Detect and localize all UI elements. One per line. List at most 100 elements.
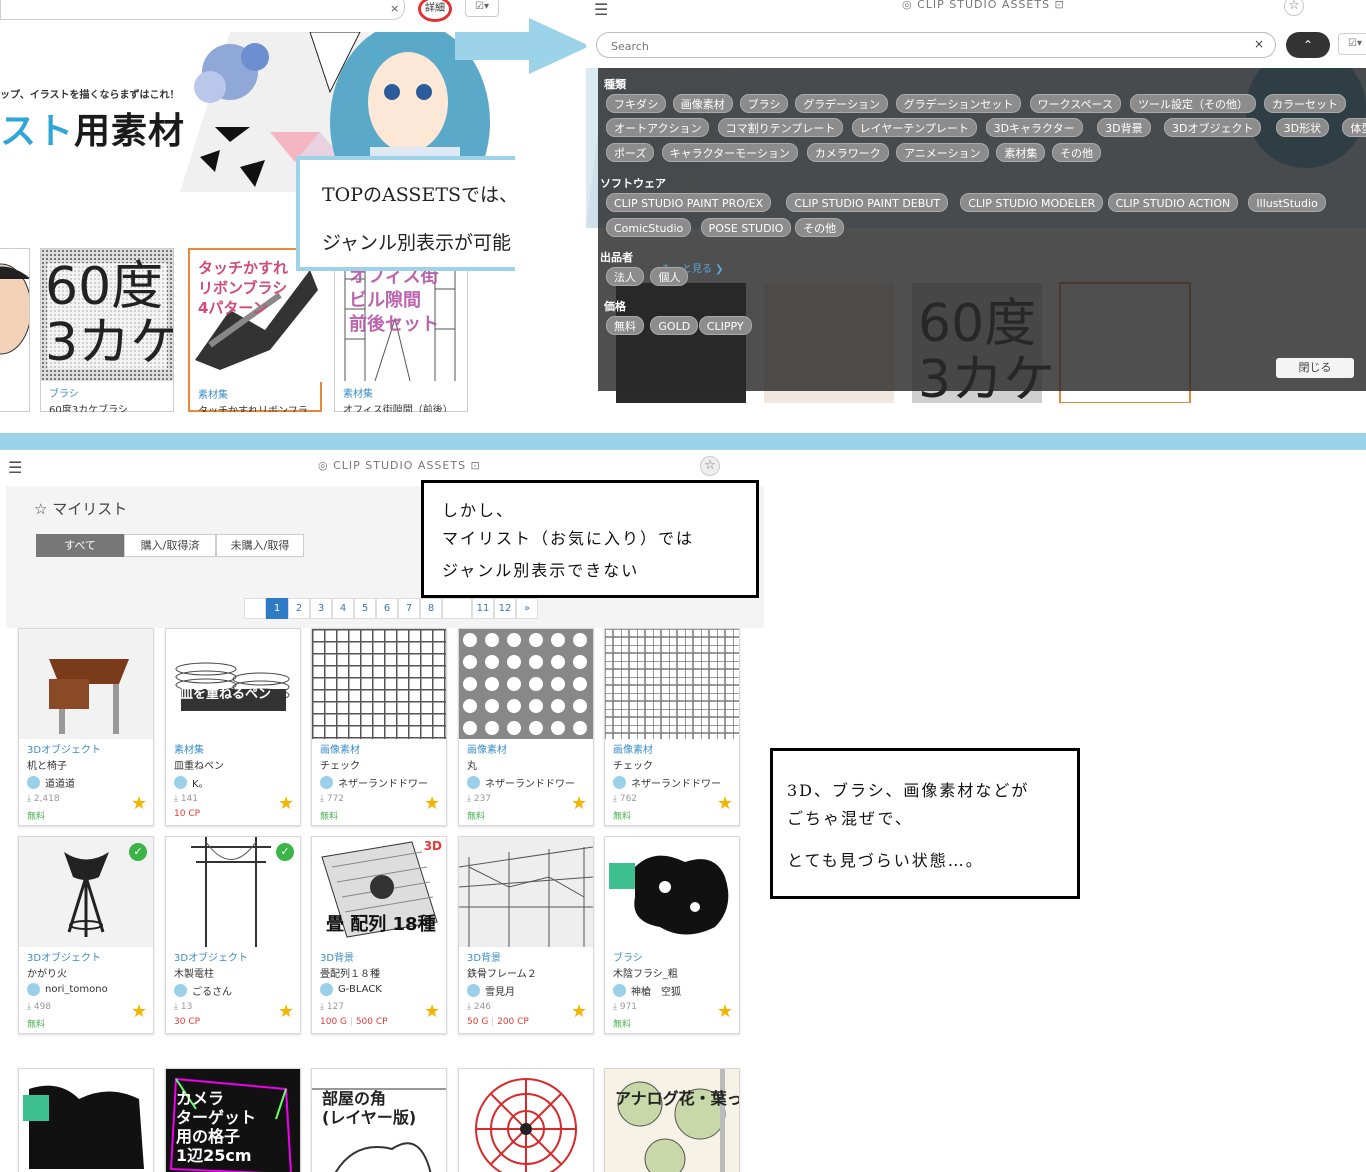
card-author[interactable]: ネザーランドドワー: [467, 775, 575, 790]
page-link[interactable]: 11: [472, 598, 494, 619]
asset-card[interactable]: ✓ 3Dオブジェクト かがり火 nori_tomono ⤓ 498 無料 ★: [18, 836, 154, 1034]
card-author[interactable]: ネザーランドドワー: [320, 775, 428, 790]
filter-chip[interactable]: CLIP STUDIO PAINT DEBUT: [786, 193, 949, 212]
filter-chip[interactable]: CLIP STUDIO ACTION: [1107, 193, 1239, 212]
card-author[interactable]: 道道道: [27, 775, 75, 790]
search-input[interactable]: [0, 0, 405, 20]
favorite-star-icon[interactable]: ★: [424, 1001, 440, 1022]
asset-card[interactable]: [18, 1068, 154, 1172]
filter-chip[interactable]: ツール設定（その他）: [1130, 94, 1256, 113]
filter-chip[interactable]: コマ割りテンプレート: [717, 118, 844, 137]
card-category[interactable]: 画像素材: [320, 741, 360, 756]
favorite-star-icon[interactable]: ★: [278, 793, 294, 814]
asset-card[interactable]: 皿を重ねるペン 素材集 皿重ねペン K。 ⤓ 141 10 CP ★: [165, 628, 301, 826]
favorite-star-icon[interactable]: ★: [131, 1001, 147, 1022]
favorite-star-icon[interactable]: ★: [278, 1001, 294, 1022]
page-link[interactable]: »: [516, 598, 538, 619]
page-link[interactable]: 7: [398, 598, 420, 619]
dropdown-icon[interactable]: ⊡: [466, 459, 481, 472]
filter-chip[interactable]: グラデーション: [795, 94, 888, 113]
asset-card[interactable]: 60度 3カケ ブラシ 60度3カケブラシ: [40, 248, 174, 412]
card-category[interactable]: 3Dオブジェクト: [174, 949, 248, 964]
page-link[interactable]: [244, 598, 266, 619]
search-input[interactable]: [611, 38, 1251, 54]
filter-chip[interactable]: レイヤーテンプレート: [851, 118, 977, 137]
filter-chip[interactable]: その他: [795, 218, 845, 237]
filter-chip[interactable]: 3D背景: [1097, 118, 1151, 137]
card-author[interactable]: nori_tomono: [27, 983, 108, 996]
tab-all[interactable]: すべて: [36, 534, 124, 557]
card-category[interactable]: ブラシ: [49, 385, 79, 400]
menu-icon[interactable]: ☰: [8, 458, 22, 477]
tab-not-purchased[interactable]: 未購入/取得: [216, 534, 304, 557]
asset-card[interactable]: [458, 1068, 594, 1172]
detail-button[interactable]: 詳細: [418, 0, 452, 22]
page-link[interactable]: 5: [354, 598, 376, 619]
filter-chip[interactable]: キャラクターモーション: [661, 143, 798, 162]
page-link[interactable]: 3: [310, 598, 332, 619]
collapse-button[interactable]: ⌃: [1286, 32, 1330, 58]
page-link[interactable]: [442, 598, 472, 619]
page-link[interactable]: 1: [266, 598, 288, 619]
filter-chip[interactable]: 3D形状: [1275, 118, 1330, 137]
asset-card[interactable]: タッチかすれ リボンブラシ 4パターン 素材集 タッチかすれリボンフラ: [188, 248, 322, 412]
asset-card[interactable]: 部屋の角 (レイヤー版): [311, 1068, 447, 1172]
asset-card[interactable]: カメラ ターゲット 用の格子 1辺25cm: [165, 1068, 301, 1172]
favorite-star-icon[interactable]: ★: [571, 1001, 587, 1022]
page-link[interactable]: 12: [494, 598, 516, 619]
filter-chip[interactable]: 体型: [1342, 118, 1366, 137]
favorite-star-icon[interactable]: ★: [571, 793, 587, 814]
filter-chip[interactable]: アニメーション: [896, 143, 989, 162]
page-link[interactable]: 2: [288, 598, 310, 619]
filter-chip[interactable]: 3Dオブジェクト: [1164, 118, 1262, 137]
card-category[interactable]: 画像素材: [613, 741, 653, 756]
card-category[interactable]: 3Dオブジェクト: [27, 949, 101, 964]
card-author[interactable]: ネザーランドドワー: [613, 775, 721, 790]
favorite-star-icon[interactable]: ★: [424, 793, 440, 814]
card-category[interactable]: 素材集: [343, 385, 373, 400]
clear-icon[interactable]: ×: [390, 2, 399, 15]
filter-chip[interactable]: ComicStudio: [606, 218, 692, 237]
filter-chip[interactable]: ポーズ: [606, 143, 655, 162]
clear-icon[interactable]: ×: [1254, 37, 1264, 51]
card-category[interactable]: 3D背景: [320, 949, 354, 964]
filter-chip[interactable]: カラーセット: [1264, 94, 1346, 113]
star-icon[interactable]: ☆: [700, 456, 720, 476]
filter-chip[interactable]: グラデーションセット: [895, 94, 1022, 113]
filter-chip[interactable]: オートアクション: [606, 118, 710, 137]
page-link[interactable]: 4: [332, 598, 354, 619]
favorite-star-icon[interactable]: ★: [717, 1001, 733, 1022]
asset-card[interactable]: アナログ花・葉っぱ: [604, 1068, 740, 1172]
menu-icon[interactable]: ☰: [594, 0, 608, 19]
filter-chip[interactable]: ワークスペース: [1029, 94, 1121, 113]
asset-card-partial[interactable]: [0, 248, 30, 412]
card-author[interactable]: K。: [174, 775, 209, 790]
filter-chip[interactable]: CLIP STUDIO PAINT PRO/EX: [606, 193, 772, 212]
page-link[interactable]: 8: [420, 598, 442, 619]
page-link[interactable]: 6: [376, 598, 398, 619]
card-category[interactable]: 素材集: [174, 741, 204, 756]
filter-chip[interactable]: 画像素材: [672, 94, 733, 113]
card-author[interactable]: 神槍 空狐: [613, 983, 681, 998]
dropdown-icon[interactable]: ⊡: [1050, 0, 1065, 11]
filter-chip[interactable]: カメラワーク: [806, 143, 889, 162]
tab-purchased[interactable]: 購入/取得済: [124, 534, 216, 557]
favorite-star-icon[interactable]: ★: [717, 793, 733, 814]
asset-card[interactable]: 画像素材丸ネザーランドドワー ⤓ 237 無料 ★: [458, 628, 594, 826]
favorite-star-icon[interactable]: ★: [131, 793, 147, 814]
filter-chip[interactable]: IllustStudio: [1248, 193, 1326, 212]
star-icon[interactable]: ☆: [1284, 0, 1304, 16]
asset-card[interactable]: ✓ 3Dオブジェクト 木製電柱 ごるさん ⤓ 13 30 CP ★: [165, 836, 301, 1034]
filter-chip[interactable]: ブラシ: [739, 94, 789, 113]
filter-chip[interactable]: 素材集: [996, 143, 1046, 162]
asset-card[interactable]: 3D背景 鉄骨フレーム２ 雪見月 ⤓ 246 50 G | 200 CP ★: [458, 836, 594, 1034]
close-button[interactable]: 閉じる: [1276, 358, 1354, 378]
filter-chip[interactable]: フキダシ: [606, 94, 667, 113]
filter-chip[interactable]: 個人: [650, 267, 689, 286]
filter-chip[interactable]: CLIP STUDIO MODELER: [960, 193, 1104, 212]
filter-chip[interactable]: POSE STUDIO: [700, 218, 792, 237]
card-category[interactable]: ブラシ: [613, 949, 643, 964]
asset-card[interactable]: オフィス街 ビル隙間 前後セット 素材集 オフィス街隙間（前後）: [334, 248, 468, 412]
filter-check-button[interactable]: ☑▾: [1338, 33, 1366, 55]
asset-card[interactable]: 畳 配列 18種 3D 3D背景 畳配列１８種 G-BLACK ⤓ 127 100 G | …: [311, 836, 447, 1034]
